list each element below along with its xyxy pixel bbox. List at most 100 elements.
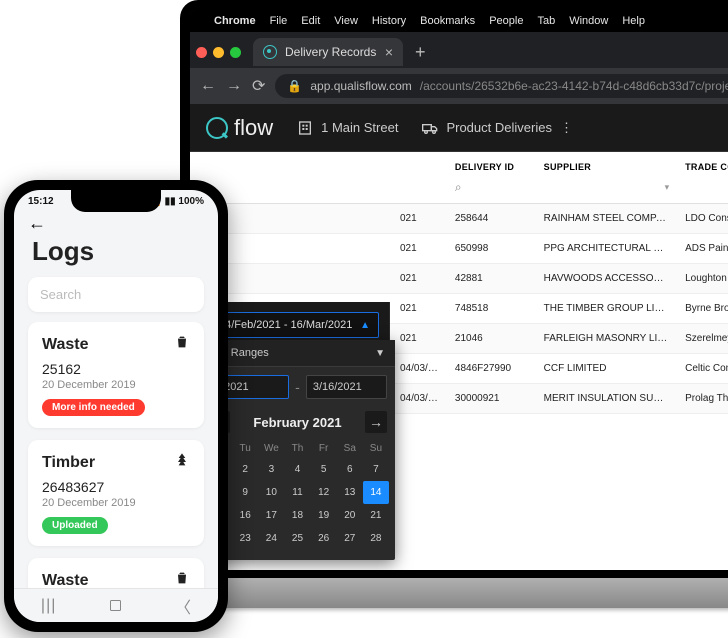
calendar-day[interactable]: 3	[258, 458, 284, 481]
menubar-item[interactable]: History	[372, 15, 406, 27]
col-header-supplier[interactable]: SUPPLIER	[536, 152, 677, 176]
nav-back-icon[interactable]: ←	[200, 77, 216, 95]
caret-up-icon: ▲	[360, 320, 370, 331]
app-body: 14/Feb/2021 - 16/Mar/2021 ▲ ault Ranges …	[190, 152, 728, 570]
log-card[interactable]: Waste2516220 December 2019More info need…	[28, 322, 204, 428]
filter-trade[interactable]	[677, 176, 728, 204]
table-cell-id: 650998	[447, 234, 536, 264]
calendar-day[interactable]: 6	[337, 458, 363, 481]
table-row[interactable]: 021258644RAINHAM STEEL COMPANY LILDO Con…	[190, 204, 728, 234]
calendar-day[interactable]: 10	[258, 481, 284, 504]
maximize-window-icon[interactable]	[230, 47, 241, 58]
col-header-date[interactable]	[190, 152, 447, 176]
calendar-day[interactable]: 14	[363, 481, 389, 504]
date-to-input[interactable]: 3/16/2021	[306, 375, 387, 399]
tab-favicon-icon	[263, 45, 277, 59]
app-header: flow 1 Main Street Product Deliveries ⋮	[190, 104, 728, 152]
calendar-day[interactable]: 25	[284, 527, 310, 550]
tab-title: Delivery Records	[285, 45, 376, 59]
calendar-day[interactable]: 9	[232, 481, 258, 504]
nav-back-icon[interactable]: 〈	[175, 594, 191, 618]
filter-supplier[interactable]: ▾	[536, 176, 677, 204]
calendar-dow: We	[258, 439, 284, 458]
calendar-day[interactable]: 2	[232, 458, 258, 481]
table-cell-supplier: FARLEIGH MASONRY LIMITED	[536, 324, 677, 354]
breadcrumb-section[interactable]: Product Deliveries ⋮	[422, 120, 573, 136]
window-controls	[196, 47, 241, 58]
laptop-screen: Chrome File Edit View History Bookmarks …	[190, 10, 728, 570]
menubar-item[interactable]: Tab	[537, 15, 555, 27]
calendar-header: ← February 2021 →	[200, 407, 395, 439]
new-tab-button[interactable]: +	[409, 42, 432, 63]
card-header: Waste	[42, 570, 190, 588]
filter-delivery-id[interactable]: ⌕	[447, 176, 536, 204]
log-card[interactable]: Waste84636	[28, 558, 204, 588]
table-cell-id: 258644	[447, 204, 536, 234]
log-card[interactable]: Timber2648362720 December 2019Uploaded	[28, 440, 204, 546]
calendar-day[interactable]: 17	[258, 504, 284, 527]
col-header-trade[interactable]: TRADE CONT	[677, 152, 728, 176]
minimize-window-icon[interactable]	[213, 47, 224, 58]
breadcrumb-more-icon[interactable]: ⋮	[560, 120, 573, 136]
cal-next-button[interactable]: →	[365, 411, 387, 433]
calendar-day[interactable]: 23	[232, 527, 258, 550]
table-cell-id: 42881	[447, 264, 536, 294]
table-row[interactable]: 021650998PPG ARCHITECTURAL COATINADS Pai…	[190, 234, 728, 264]
table-cell-id: 21046	[447, 324, 536, 354]
browser-tab[interactable]: Delivery Records ×	[253, 38, 403, 66]
close-window-icon[interactable]	[196, 47, 207, 58]
calendar-day[interactable]: 28	[363, 527, 389, 550]
date-range-select[interactable]: 14/Feb/2021 - 16/Mar/2021 ▲	[210, 312, 379, 338]
search-input[interactable]: Search	[28, 277, 204, 312]
card-header: Waste	[42, 334, 190, 355]
default-ranges-select[interactable]: ault Ranges ▼	[200, 340, 395, 367]
menubar-item[interactable]: View	[334, 15, 358, 27]
calendar-day[interactable]: 11	[284, 481, 310, 504]
table-cell-trade: Loughton Co	[677, 264, 728, 294]
calendar-day[interactable]: 26	[311, 527, 337, 550]
col-header-delivery-id[interactable]: DELIVERY ID	[447, 152, 536, 176]
back-button[interactable]: ←	[14, 209, 218, 234]
calendar-day[interactable]: 5	[311, 458, 337, 481]
tree-icon	[174, 452, 190, 473]
calendar-day[interactable]: 27	[337, 527, 363, 550]
calendar-dow: Th	[284, 439, 310, 458]
menubar-item[interactable]: File	[270, 15, 288, 27]
card-id: 25162	[42, 355, 190, 377]
calendar-day[interactable]: 16	[232, 504, 258, 527]
nav-home-icon[interactable]	[110, 600, 121, 611]
address-bar[interactable]: 🔒 app.qualisflow.com/accounts/26532b6e-a…	[275, 74, 728, 98]
calendar-day[interactable]: 12	[311, 481, 337, 504]
chevron-down-icon: ▾	[665, 182, 670, 193]
date-range-label: 14/Feb/2021 - 16/Mar/2021	[219, 319, 352, 331]
card-type: Timber	[42, 454, 95, 472]
menubar-item[interactable]: People	[489, 15, 523, 27]
table-cell-date: 021	[190, 204, 447, 234]
chrome-tabstrip: Delivery Records × +	[190, 32, 728, 68]
nav-forward-icon[interactable]: →	[226, 77, 242, 95]
calendar-popover: ault Ranges ▼ 4/2021 - 3/16/2021 ← Febru…	[200, 340, 395, 560]
close-tab-icon[interactable]: ×	[385, 44, 393, 60]
menubar-item[interactable]: Help	[622, 15, 645, 27]
breadcrumb-project[interactable]: 1 Main Street	[297, 120, 398, 136]
menubar-item[interactable]: Bookmarks	[420, 15, 475, 27]
phone-mockup: 15:12 📶 ▮▮ 100% ← Logs Search Waste25162…	[4, 180, 228, 632]
card-header: Timber	[42, 452, 190, 473]
table-cell-trade: ADS Painters	[677, 234, 728, 264]
nav-recent-icon[interactable]: |||	[41, 597, 56, 615]
calendar-day[interactable]: 13	[337, 481, 363, 504]
brand-logo[interactable]: flow	[206, 115, 273, 141]
calendar-day[interactable]: 21	[363, 504, 389, 527]
menubar-item[interactable]: Window	[569, 15, 608, 27]
table-row[interactable]: 02142881HAVWOODS ACCESSORIES LILoughton …	[190, 264, 728, 294]
calendar-day[interactable]: 7	[363, 458, 389, 481]
calendar-day[interactable]: 24	[258, 527, 284, 550]
calendar-day[interactable]: 19	[311, 504, 337, 527]
calendar-day[interactable]: 20	[337, 504, 363, 527]
nav-reload-icon[interactable]: ⟳	[252, 76, 265, 96]
filter-date[interactable]	[190, 176, 447, 204]
calendar-day[interactable]: 4	[284, 458, 310, 481]
calendar-day[interactable]: 18	[284, 504, 310, 527]
menubar-item[interactable]: Edit	[301, 15, 320, 27]
menubar-app-name[interactable]: Chrome	[214, 15, 256, 27]
